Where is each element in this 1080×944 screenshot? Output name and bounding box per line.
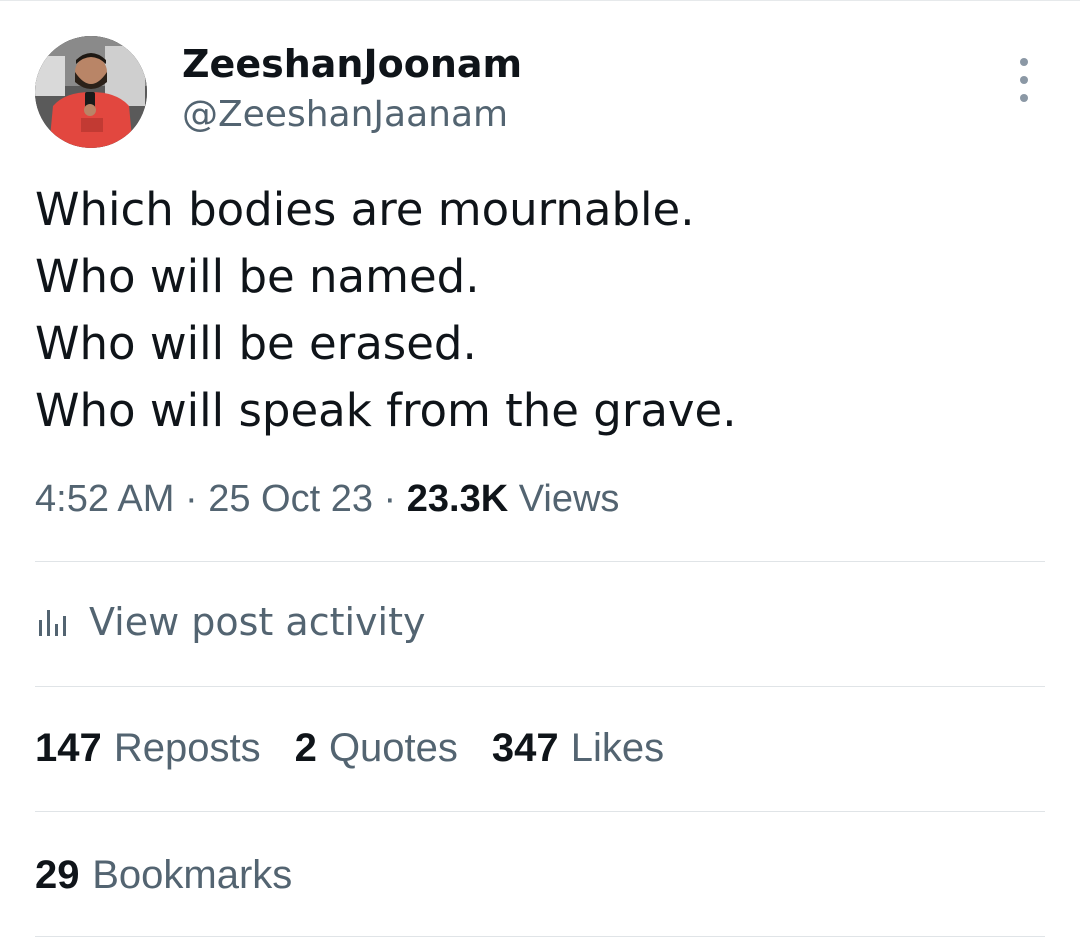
views-label: Views bbox=[518, 478, 620, 520]
divider bbox=[35, 936, 1045, 937]
likes-stat[interactable]: 347 Likes bbox=[492, 726, 664, 771]
more-dot-icon bbox=[1020, 58, 1028, 66]
post-time[interactable]: 4:52 AM bbox=[35, 478, 174, 520]
more-dot-icon bbox=[1020, 76, 1028, 84]
post-line: Which bodies are mournable. bbox=[35, 183, 695, 236]
view-post-activity-label: View post activity bbox=[89, 600, 426, 644]
likes-label: Likes bbox=[570, 726, 665, 770]
author-handle[interactable]: @ZeeshanJaanam bbox=[182, 94, 508, 135]
quotes-count: 2 bbox=[294, 726, 317, 770]
post-text: Which bodies are mournable. Who will be … bbox=[35, 176, 1045, 444]
reposts-stat[interactable]: 147 Reposts bbox=[35, 726, 261, 771]
quotes-label: Quotes bbox=[328, 726, 458, 770]
divider bbox=[35, 686, 1045, 687]
top-divider bbox=[0, 0, 1080, 1]
reposts-count: 147 bbox=[35, 726, 102, 770]
post-meta: 4:52 AM · 25 Oct 23 · 23.3K Views bbox=[35, 478, 619, 521]
reposts-label: Reposts bbox=[113, 726, 261, 770]
avatar[interactable] bbox=[35, 36, 147, 148]
post-date[interactable]: 25 Oct 23 bbox=[208, 478, 373, 520]
view-post-activity-link[interactable]: View post activity bbox=[35, 600, 425, 644]
post-line: Who will be erased. bbox=[35, 317, 477, 370]
bar-chart-icon bbox=[39, 610, 66, 636]
likes-count: 347 bbox=[491, 726, 559, 770]
more-options-button[interactable] bbox=[1004, 58, 1044, 102]
meta-separator: · bbox=[184, 478, 198, 520]
author-display-name[interactable]: ZeeshanJoonam bbox=[182, 42, 522, 86]
post-line: Who will be named. bbox=[35, 250, 480, 303]
divider bbox=[35, 811, 1045, 812]
divider bbox=[35, 561, 1045, 562]
engagement-stats: 147 Reposts 2 Quotes 347 Likes bbox=[35, 726, 698, 771]
profile-photo-icon bbox=[35, 36, 147, 148]
bookmarks-label: Bookmarks bbox=[92, 853, 293, 897]
views-count: 23.3K bbox=[406, 478, 509, 520]
quotes-stat[interactable]: 2 Quotes bbox=[295, 726, 458, 771]
post-line: Who will speak from the grave. bbox=[35, 384, 737, 437]
bookmarks-stat[interactable]: 29 Bookmarks bbox=[35, 852, 292, 898]
meta-separator: · bbox=[383, 478, 397, 520]
bookmarks-count: 29 bbox=[35, 853, 80, 897]
more-dot-icon bbox=[1020, 94, 1028, 102]
